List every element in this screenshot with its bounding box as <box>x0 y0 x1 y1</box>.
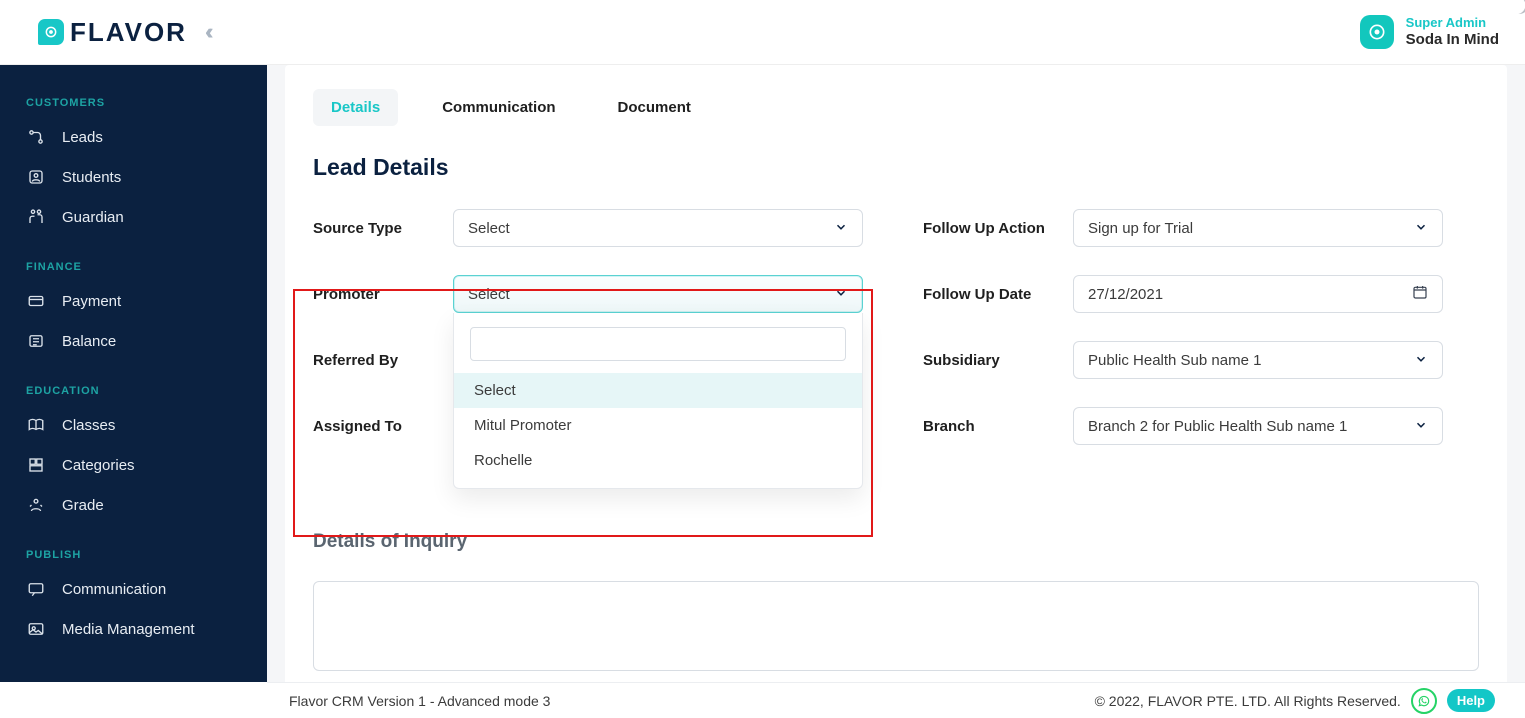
label-follow-up-date: Follow Up Date <box>923 286 1073 303</box>
label-branch: Branch <box>923 418 1073 435</box>
promoter-option-rochelle[interactable]: Rochelle <box>454 443 862 478</box>
whatsapp-icon[interactable] <box>1411 688 1437 714</box>
sidebar-item-media-management[interactable]: Media Management <box>0 609 267 649</box>
brand-logo[interactable]: FLAVOR <box>38 17 187 48</box>
classes-icon <box>26 416 46 434</box>
sidebar-item-categories[interactable]: Categories <box>0 445 267 485</box>
tabs: Details Communication Document <box>313 89 1479 126</box>
label-referred-by: Referred By <box>313 352 453 369</box>
categories-icon <box>26 456 46 474</box>
sidebar-section-finance: FINANCE <box>0 251 267 281</box>
leads-icon <box>26 128 46 146</box>
sidebar-item-leads[interactable]: Leads <box>0 117 267 157</box>
sidebar-item-label: Communication <box>62 581 166 598</box>
students-icon <box>26 168 46 186</box>
chevron-down-icon <box>1414 416 1428 437</box>
sidebar-item-payment[interactable]: Payment <box>0 281 267 321</box>
sidebar-item-label: Media Management <box>62 621 195 638</box>
tab-communication[interactable]: Communication <box>424 89 573 126</box>
tab-details[interactable]: Details <box>313 89 398 126</box>
chevron-down-icon <box>1414 350 1428 371</box>
calendar-icon <box>1412 284 1428 304</box>
main-content: Details Communication Document Lead Deta… <box>267 65 1525 682</box>
footer-version: Flavor CRM Version 1 - Advanced mode 3 <box>289 693 550 709</box>
user-name: Soda In Mind <box>1406 31 1499 49</box>
inquiry-textarea[interactable] <box>313 581 1479 671</box>
promoter-option-select[interactable]: Select <box>454 373 862 408</box>
sidebar-item-label: Payment <box>62 293 121 310</box>
user-role: Super Admin <box>1406 15 1499 31</box>
sidebar-item-guardian[interactable]: Guardian <box>0 197 267 237</box>
select-promoter-value: Select <box>468 286 510 303</box>
label-promoter: Promoter <box>313 286 453 303</box>
sidebar-item-classes[interactable]: Classes <box>0 405 267 445</box>
footer-copyright: © 2022, FLAVOR PTE. LTD. All Rights Rese… <box>1095 693 1401 709</box>
sidebar-section-publish: PUBLISH <box>0 539 267 569</box>
promoter-dropdown-search[interactable] <box>470 327 846 361</box>
section-title-inquiry: Details of Inquiry <box>313 531 1479 553</box>
tab-document[interactable]: Document <box>600 89 709 126</box>
help-button[interactable]: Help <box>1447 689 1495 712</box>
sidebar-item-grade[interactable]: Grade <box>0 485 267 525</box>
sidebar-item-label: Categories <box>62 457 135 474</box>
balance-icon <box>26 332 46 350</box>
chevron-down-icon <box>1414 218 1428 239</box>
brand-mark-icon <box>38 19 64 45</box>
communication-icon <box>26 580 46 598</box>
sidebar-item-label: Grade <box>62 497 104 514</box>
sidebar-item-students[interactable]: Students <box>0 157 267 197</box>
grade-icon <box>26 496 46 514</box>
label-source-type: Source Type <box>313 220 453 237</box>
brand-name: FLAVOR <box>70 17 187 48</box>
sidebar-item-label: Leads <box>62 129 103 146</box>
section-title-lead-details: Lead Details <box>313 154 1479 181</box>
sidebar-collapse-icon[interactable]: ‹‹ <box>205 19 208 45</box>
select-branch-value: Branch 2 for Public Health Sub name 1 <box>1088 418 1347 435</box>
follow-up-date-value: 27/12/2021 <box>1088 286 1163 303</box>
chevron-down-icon <box>834 284 848 305</box>
chevron-down-icon <box>834 218 848 239</box>
sidebar-section-customers: CUSTOMERS <box>0 87 267 117</box>
select-follow-up-action[interactable]: Sign up for Trial <box>1073 209 1443 247</box>
select-subsidiary-value: Public Health Sub name 1 <box>1088 352 1261 369</box>
label-assigned-to: Assigned To <box>313 418 453 435</box>
guardian-icon <box>26 208 46 226</box>
input-follow-up-date[interactable]: 27/12/2021 <box>1073 275 1443 313</box>
avatar[interactable] <box>1360 15 1394 49</box>
select-promoter[interactable]: Select <box>453 275 863 313</box>
media-icon <box>26 620 46 638</box>
footer: Flavor CRM Version 1 - Advanced mode 3 ©… <box>267 682 1525 718</box>
promoter-dropdown-panel: Select Mitul Promoter Rochelle <box>453 313 863 489</box>
label-follow-up-action: Follow Up Action <box>923 220 1073 237</box>
user-block[interactable]: Super Admin Soda In Mind <box>1406 15 1499 49</box>
sidebar-item-label: Guardian <box>62 209 124 226</box>
select-branch[interactable]: Branch 2 for Public Health Sub name 1 <box>1073 407 1443 445</box>
sidebar-section-education: EDUCATION <box>0 375 267 405</box>
promoter-option-mitul[interactable]: Mitul Promoter <box>454 408 862 443</box>
sidebar-item-label: Students <box>62 169 121 186</box>
sidebar-item-balance[interactable]: Balance <box>0 321 267 361</box>
select-follow-up-action-value: Sign up for Trial <box>1088 220 1193 237</box>
label-subsidiary: Subsidiary <box>923 352 1073 369</box>
select-subsidiary[interactable]: Public Health Sub name 1 <box>1073 341 1443 379</box>
select-source-type-value: Select <box>468 220 510 237</box>
payment-icon <box>26 292 46 310</box>
app-header: FLAVOR ‹‹ Super Admin Soda In Mind <box>0 0 1525 65</box>
select-source-type[interactable]: Select <box>453 209 863 247</box>
sidebar-item-communication[interactable]: Communication <box>0 569 267 609</box>
sidebar-item-label: Classes <box>62 417 115 434</box>
sidebar-item-label: Balance <box>62 333 116 350</box>
sidebar: CUSTOMERS Leads Students Guardian FINANC… <box>0 65 267 682</box>
